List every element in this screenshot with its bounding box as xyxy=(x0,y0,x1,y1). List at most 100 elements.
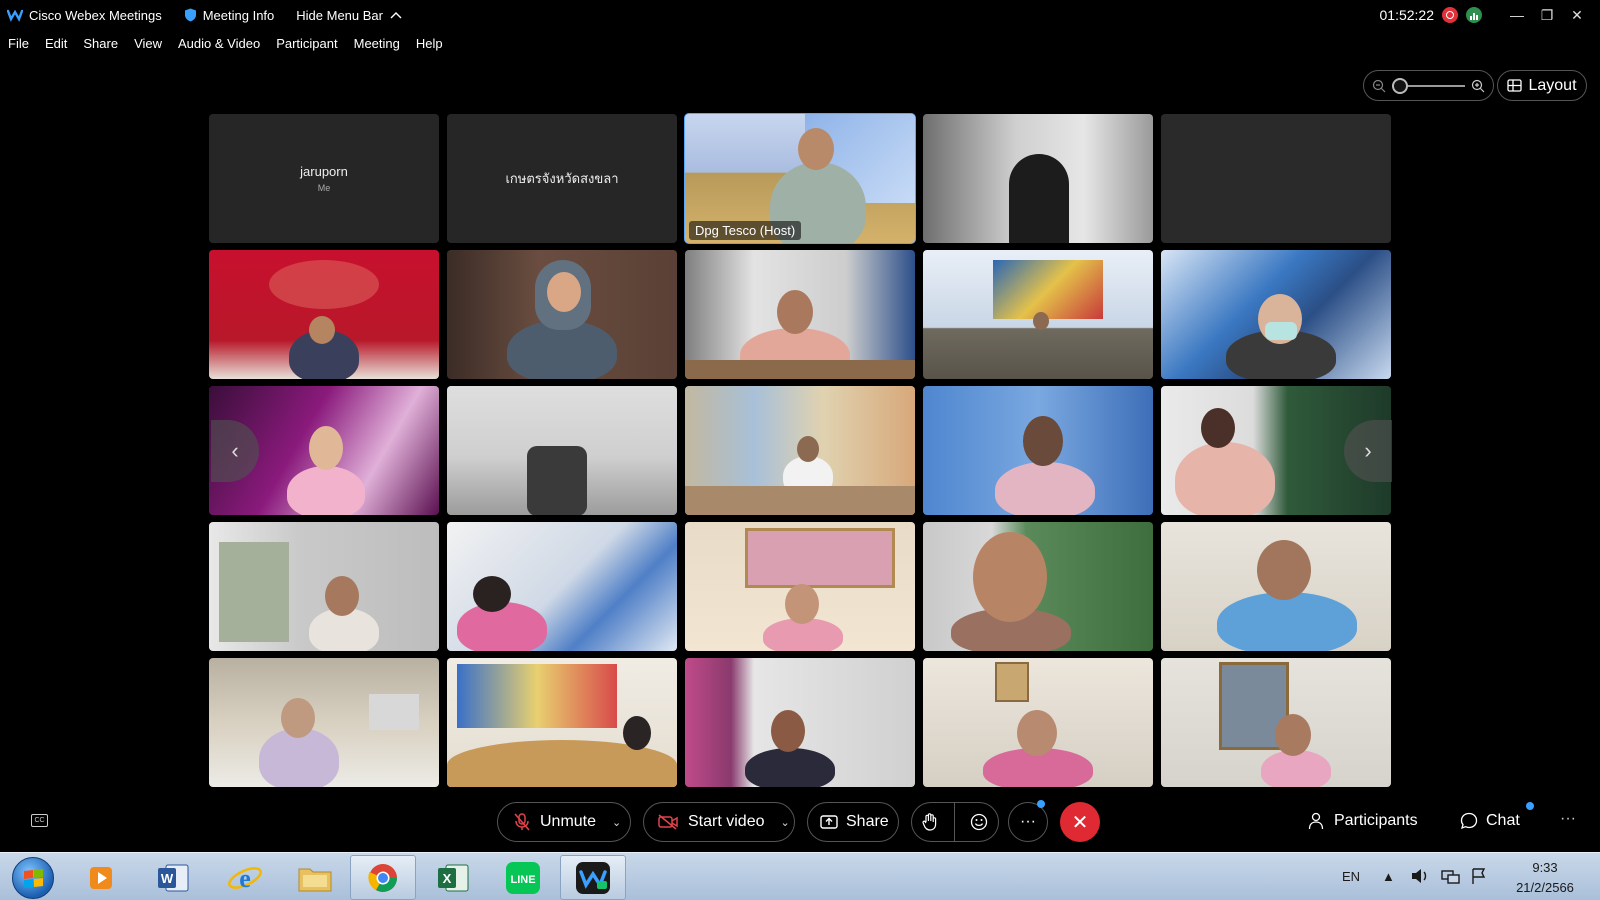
more-options-button[interactable]: ··· xyxy=(1008,802,1048,842)
share-label: Share xyxy=(846,813,889,830)
unmute-label: Unmute xyxy=(540,813,597,830)
taskbar-webex[interactable] xyxy=(560,855,626,900)
layout-grid-icon xyxy=(1507,79,1523,92)
taskbar-line[interactable]: LINE xyxy=(490,855,556,900)
hide-menu-bar-button[interactable]: Hide Menu Bar xyxy=(296,8,403,23)
video-tile[interactable] xyxy=(685,522,915,651)
host-name-label: Dpg Tesco (Host) xyxy=(689,221,802,240)
menu-view[interactable]: View xyxy=(134,36,162,51)
video-tile[interactable] xyxy=(1161,250,1391,379)
chrome-icon xyxy=(368,863,397,892)
menu-bar: File Edit Share View Audio & Video Parti… xyxy=(0,32,451,54)
taskbar-excel[interactable]: X xyxy=(420,855,486,900)
more-notification-dot xyxy=(1037,800,1045,808)
share-screen-icon xyxy=(820,814,838,829)
menu-edit[interactable]: Edit xyxy=(45,36,67,51)
video-tile[interactable] xyxy=(923,114,1153,243)
raise-hand-icon[interactable] xyxy=(922,813,938,831)
video-tile-participant[interactable]: เกษตรจังหวัดสงขลา xyxy=(447,114,677,243)
recording-icon[interactable] xyxy=(1442,7,1458,23)
video-tile[interactable] xyxy=(685,250,915,379)
video-tile[interactable] xyxy=(685,658,915,787)
media-player-icon xyxy=(90,866,112,889)
chevron-up-icon: ▲ xyxy=(1382,868,1395,884)
network-stats-icon[interactable] xyxy=(1466,7,1482,23)
participants-button[interactable]: Participants xyxy=(1308,812,1418,830)
webex-logo-icon xyxy=(7,8,23,22)
video-tile[interactable] xyxy=(1161,522,1391,651)
start-button[interactable] xyxy=(12,857,54,899)
menu-file[interactable]: File xyxy=(8,36,29,51)
unmute-button[interactable]: Unmute ⌄ xyxy=(497,802,631,842)
video-tile-host[interactable]: Dpg Tesco (Host) xyxy=(684,113,916,244)
menu-participant[interactable]: Participant xyxy=(276,36,337,51)
svg-text:X: X xyxy=(443,871,452,886)
menu-share[interactable]: Share xyxy=(83,36,118,51)
action-center-flag-icon[interactable] xyxy=(1470,852,1488,900)
close-icon[interactable]: ✕ xyxy=(1562,0,1592,30)
video-tile[interactable] xyxy=(209,522,439,651)
video-tile[interactable] xyxy=(447,386,677,515)
line-app-icon: LINE xyxy=(506,861,540,894)
video-tile[interactable] xyxy=(447,658,677,787)
video-tile[interactable] xyxy=(685,386,915,515)
layout-button[interactable]: Layout xyxy=(1497,70,1587,101)
video-tile[interactable] xyxy=(209,658,439,787)
menu-help[interactable]: Help xyxy=(416,36,443,51)
video-tile[interactable] xyxy=(447,522,677,651)
zoom-track[interactable] xyxy=(1392,77,1465,94)
participants-icon xyxy=(1308,812,1324,830)
chevron-down-icon[interactable]: ⌄ xyxy=(780,816,789,829)
chevron-down-icon[interactable]: ⌄ xyxy=(612,816,621,829)
video-tile[interactable] xyxy=(209,250,439,379)
menu-audio-video[interactable]: Audio & Video xyxy=(178,36,260,51)
show-hidden-icons-button[interactable]: ▲ xyxy=(1382,852,1395,900)
minimize-icon[interactable]: — xyxy=(1502,0,1532,30)
start-video-button[interactable]: Start video ⌄ xyxy=(643,802,795,842)
svg-text:e: e xyxy=(239,864,251,893)
video-tile[interactable] xyxy=(923,658,1153,787)
svg-text:W: W xyxy=(161,871,174,886)
video-tile[interactable] xyxy=(1161,114,1391,243)
chat-label: Chat xyxy=(1486,812,1520,829)
video-grid: jaruporn Me เกษตรจังหวัดสงขลา Dpg Tesco … xyxy=(209,113,1391,787)
chevron-right-icon: › xyxy=(1364,438,1372,463)
video-tile-self[interactable]: jaruporn Me xyxy=(209,114,439,243)
excel-icon: X xyxy=(438,864,469,891)
microphone-muted-icon xyxy=(514,813,530,831)
closed-captions-icon[interactable]: CC xyxy=(31,814,48,827)
chat-bubble-icon xyxy=(1460,812,1478,830)
reactions-group xyxy=(911,802,999,842)
video-tile[interactable] xyxy=(1161,658,1391,787)
video-tile[interactable] xyxy=(923,250,1153,379)
hide-menu-bar-label: Hide Menu Bar xyxy=(296,7,383,23)
zoom-out-icon[interactable] xyxy=(1372,79,1386,93)
taskbar-file-explorer[interactable] xyxy=(282,855,348,900)
meeting-info-button[interactable]: Meeting Info xyxy=(184,8,274,23)
more-icon: ··· xyxy=(1020,813,1036,830)
leave-meeting-button[interactable]: ✕ xyxy=(1060,802,1100,842)
zoom-in-icon[interactable] xyxy=(1471,79,1485,93)
video-tile[interactable] xyxy=(923,522,1153,651)
taskbar-word[interactable]: W xyxy=(140,855,206,900)
language-indicator[interactable]: EN xyxy=(1342,852,1360,900)
volume-icon[interactable] xyxy=(1410,852,1430,900)
reactions-icon[interactable] xyxy=(970,813,988,831)
menu-meeting[interactable]: Meeting xyxy=(354,36,400,51)
taskbar-chrome[interactable] xyxy=(350,855,416,900)
video-tile[interactable] xyxy=(923,386,1153,515)
zoom-knob[interactable] xyxy=(1392,77,1408,94)
self-name: jaruporn xyxy=(300,164,348,179)
system-clock[interactable]: 9:33 21/2/2566 xyxy=(1510,858,1580,898)
taskbar-media-player[interactable] xyxy=(68,855,134,900)
chat-button[interactable]: Chat xyxy=(1460,812,1520,830)
close-icon: ✕ xyxy=(1071,811,1089,834)
zoom-slider[interactable] xyxy=(1363,70,1494,101)
network-icon[interactable] xyxy=(1440,852,1460,900)
share-button[interactable]: Share xyxy=(807,802,899,842)
restore-icon[interactable]: ❐ xyxy=(1532,0,1562,30)
video-tile[interactable] xyxy=(447,250,677,379)
taskbar-internet-explorer[interactable]: e xyxy=(212,855,278,900)
more-panels-button[interactable]: ··· xyxy=(1560,810,1576,828)
system-date: 21/2/2566 xyxy=(1516,880,1574,895)
